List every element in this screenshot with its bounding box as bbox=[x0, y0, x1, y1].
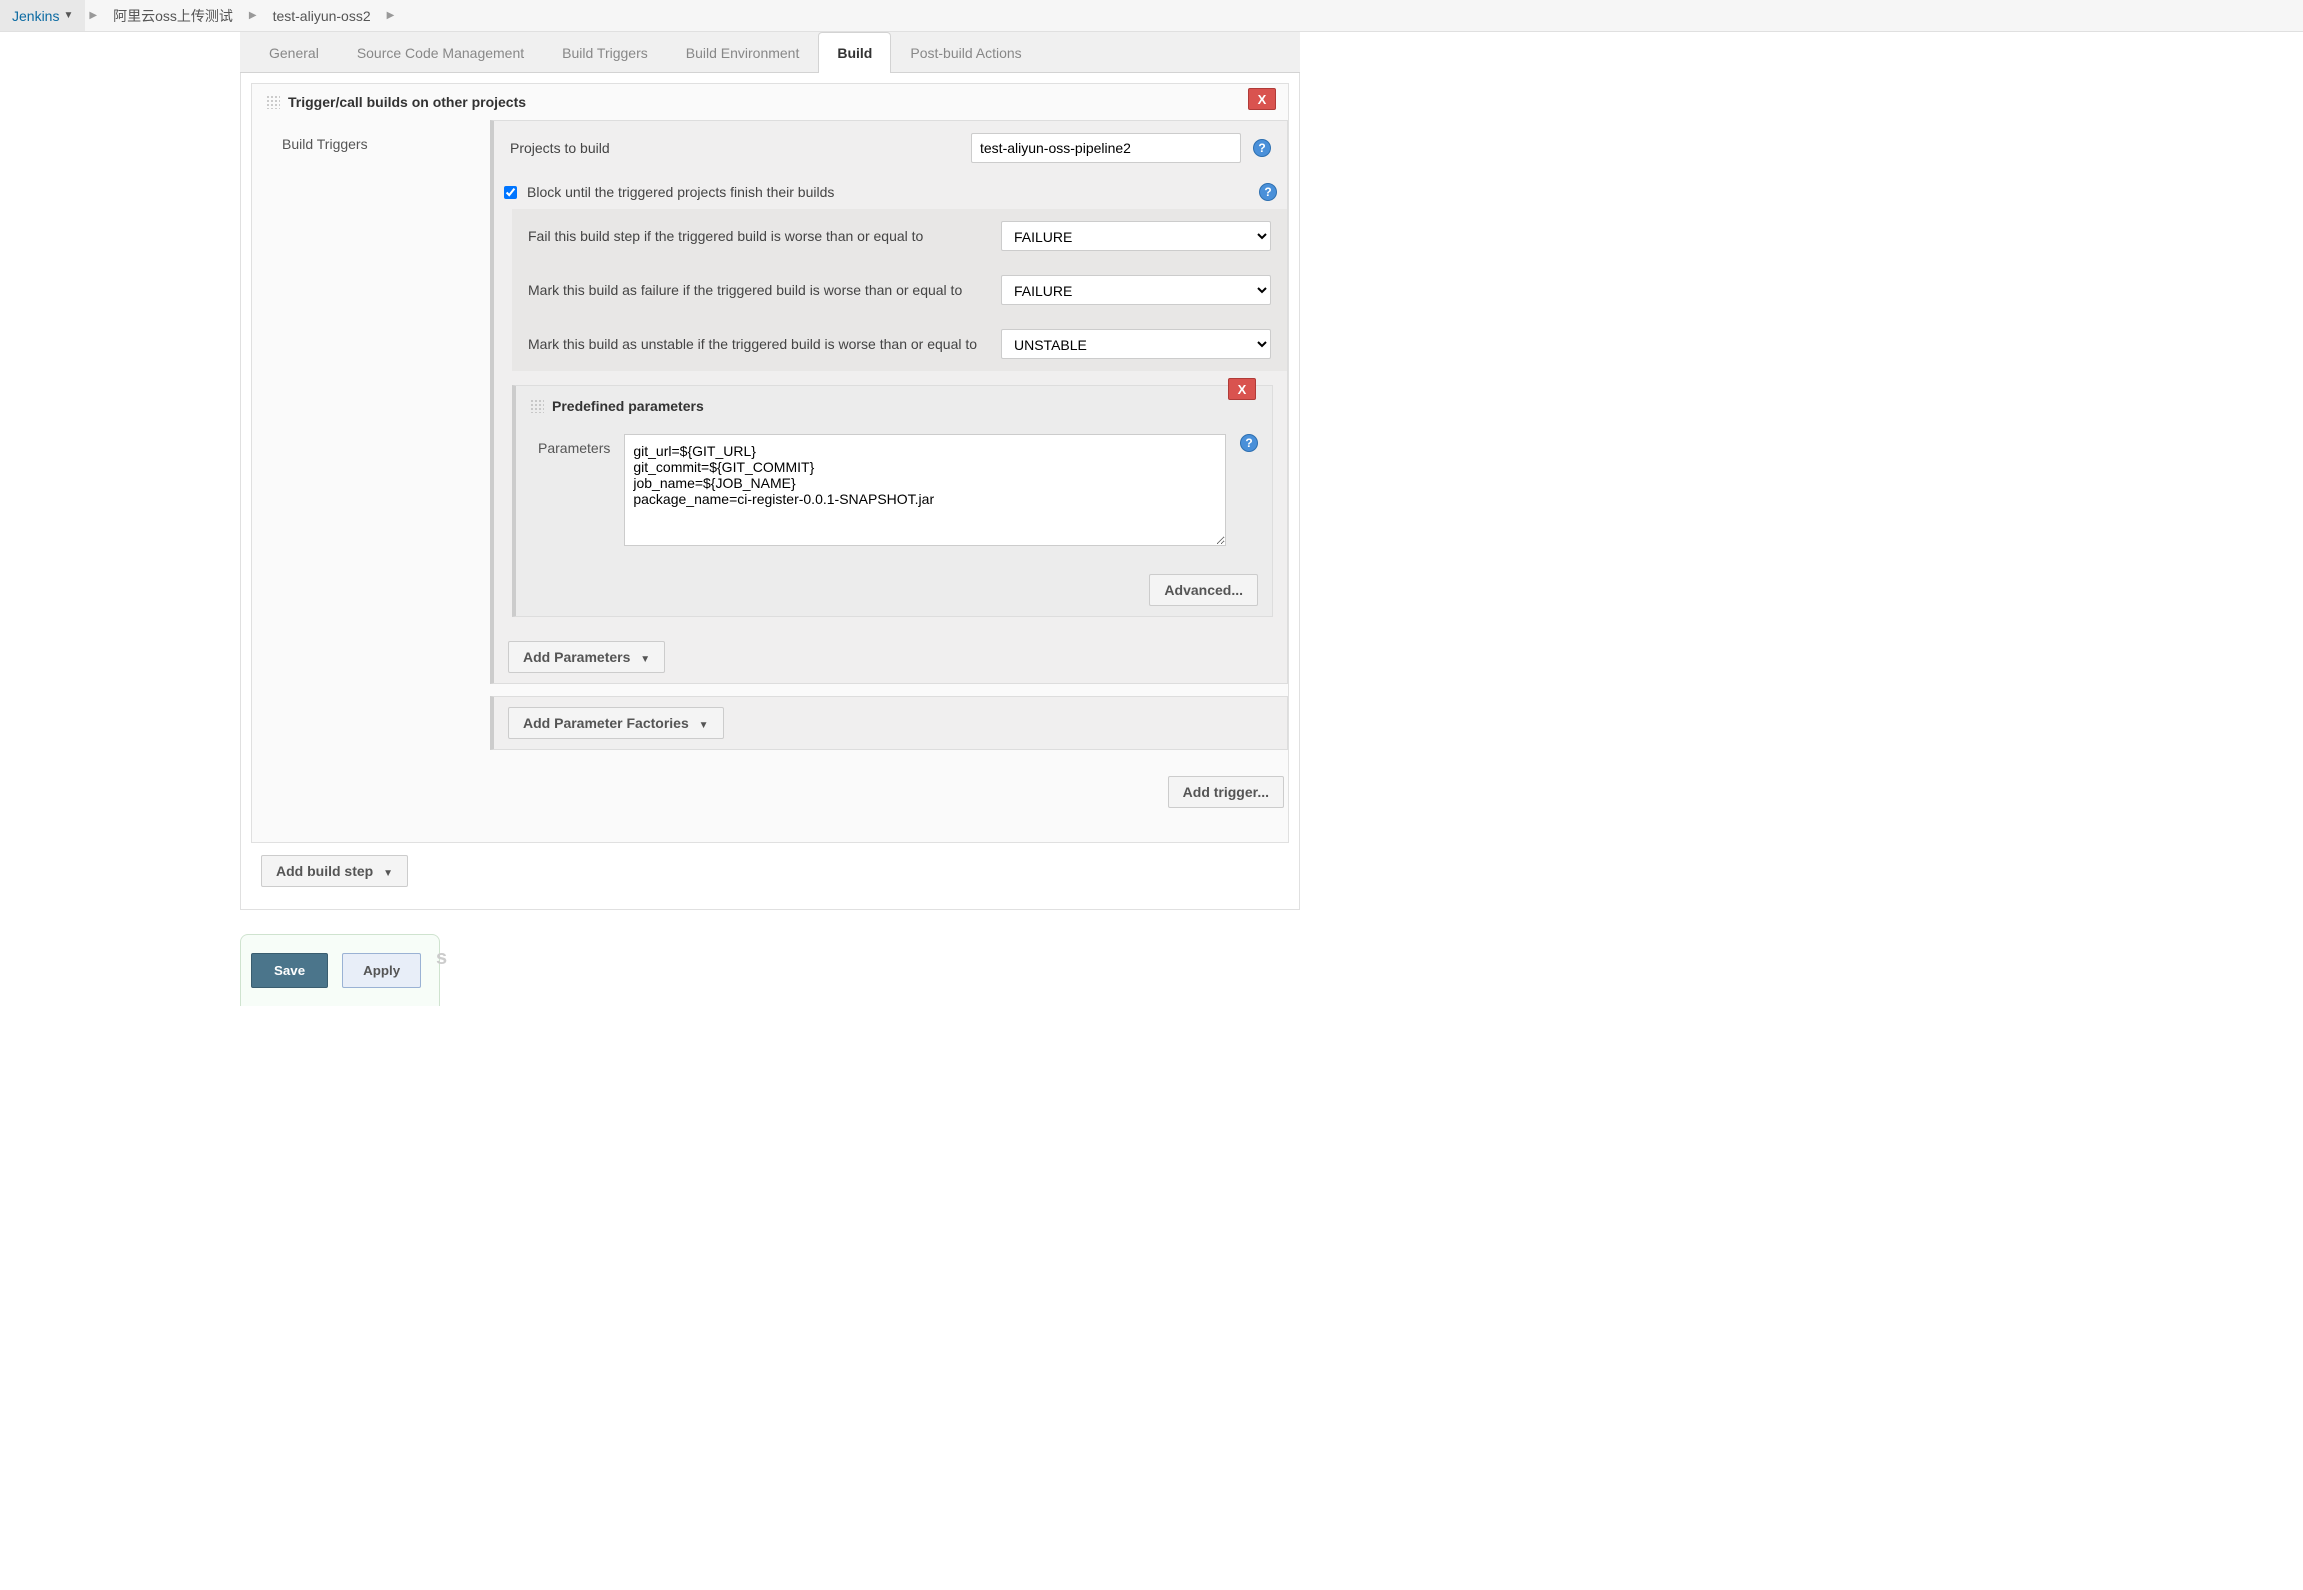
add-parameter-factories-button[interactable]: Add Parameter Factories ▼ bbox=[508, 707, 724, 739]
chevron-right-icon: ▶ bbox=[85, 10, 101, 21]
caret-down-icon: ▼ bbox=[640, 654, 650, 665]
fail-threshold-label: Fail this build step if the triggered bu… bbox=[528, 228, 989, 244]
predefined-parameters-panel: X Predefined parameters Parameters git_u… bbox=[512, 385, 1273, 617]
trigger-config-panel: Projects to build ? Block until the trig… bbox=[490, 120, 1288, 684]
projects-to-build-input[interactable] bbox=[971, 133, 1241, 163]
caret-down-icon: ▼ bbox=[699, 720, 709, 731]
help-icon[interactable]: ? bbox=[1259, 183, 1277, 201]
caret-down-icon: ▼ bbox=[383, 868, 393, 879]
tab-build-environment[interactable]: Build Environment bbox=[667, 32, 819, 73]
mark-unstable-label: Mark this build as unstable if the trigg… bbox=[528, 336, 989, 352]
block-until-label: Block until the triggered projects finis… bbox=[527, 184, 1249, 200]
tab-scm[interactable]: Source Code Management bbox=[338, 32, 543, 73]
breadcrumb-job[interactable]: test-aliyun-oss2 bbox=[261, 0, 383, 31]
apply-button[interactable]: Apply bbox=[342, 953, 421, 988]
breadcrumb: Jenkins ▼ ▶ 阿里云oss上传测试 ▶ test-aliyun-oss… bbox=[0, 0, 2303, 32]
projects-to-build-label: Projects to build bbox=[510, 140, 959, 156]
chevron-right-icon: ▶ bbox=[245, 10, 261, 21]
add-build-step-button[interactable]: Add build step ▼ bbox=[261, 855, 408, 887]
breadcrumb-job-label: test-aliyun-oss2 bbox=[273, 8, 371, 24]
block-sub-options: Fail this build step if the triggered bu… bbox=[512, 209, 1287, 371]
breadcrumb-jenkins-label: Jenkins bbox=[12, 8, 59, 24]
help-icon[interactable]: ? bbox=[1253, 139, 1271, 157]
build-step-title: Trigger/call builds on other projects bbox=[288, 94, 526, 110]
breadcrumb-project[interactable]: 阿里云oss上传测试 bbox=[101, 0, 245, 31]
build-triggers-label: Build Triggers bbox=[252, 120, 370, 842]
breadcrumb-jenkins[interactable]: Jenkins ▼ bbox=[0, 0, 85, 31]
block-until-checkbox[interactable] bbox=[504, 186, 517, 199]
config-tabs: General Source Code Management Build Tri… bbox=[240, 32, 1300, 73]
save-button[interactable]: Save bbox=[251, 953, 328, 988]
add-parameters-label: Add Parameters bbox=[523, 649, 630, 665]
add-build-step-label: Add build step bbox=[276, 863, 373, 879]
sidebar-spacer bbox=[0, 32, 240, 1006]
build-step-header: Trigger/call builds on other projects bbox=[252, 84, 1288, 120]
footer-ghost-text: s bbox=[436, 947, 447, 970]
tab-build[interactable]: Build bbox=[818, 32, 891, 73]
projects-to-build-row: Projects to build ? bbox=[494, 121, 1287, 175]
add-factories-label: Add Parameter Factories bbox=[523, 715, 689, 731]
parameters-title: Predefined parameters bbox=[552, 398, 704, 414]
footer-actions: Save Apply bbox=[240, 934, 440, 1006]
fail-threshold-select[interactable]: FAILURE bbox=[1001, 221, 1271, 251]
add-trigger-button[interactable]: Add trigger... bbox=[1168, 776, 1284, 808]
config-body: X Trigger/call builds on other projects … bbox=[240, 73, 1300, 910]
mark-failure-select[interactable]: FAILURE bbox=[1001, 275, 1271, 305]
build-step-trigger-call: X Trigger/call builds on other projects … bbox=[251, 83, 1289, 843]
tab-post-build[interactable]: Post-build Actions bbox=[891, 32, 1040, 73]
tab-general[interactable]: General bbox=[250, 32, 338, 73]
mark-failure-label: Mark this build as failure if the trigge… bbox=[528, 282, 989, 298]
drag-handle-icon[interactable] bbox=[530, 399, 544, 413]
chevron-right-icon: ▶ bbox=[383, 10, 399, 21]
block-until-row: Block until the triggered projects finis… bbox=[494, 175, 1287, 209]
dropdown-arrow-icon: ▼ bbox=[63, 10, 73, 21]
add-parameters-button[interactable]: Add Parameters ▼ bbox=[508, 641, 665, 673]
advanced-button[interactable]: Advanced... bbox=[1149, 574, 1258, 606]
drag-handle-icon[interactable] bbox=[266, 95, 280, 109]
factories-panel: Add Parameter Factories ▼ bbox=[490, 696, 1288, 750]
parameters-textarea[interactable]: git_url=${GIT_URL} git_commit=${GIT_COMM… bbox=[624, 434, 1226, 546]
parameters-label: Parameters bbox=[538, 434, 610, 456]
parameters-header: Predefined parameters bbox=[516, 386, 1272, 426]
delete-build-step-button[interactable]: X bbox=[1248, 88, 1276, 110]
tab-build-triggers[interactable]: Build Triggers bbox=[543, 32, 667, 73]
breadcrumb-project-label: 阿里云oss上传测试 bbox=[113, 6, 233, 26]
mark-unstable-select[interactable]: UNSTABLE bbox=[1001, 329, 1271, 359]
delete-parameters-button[interactable]: X bbox=[1228, 378, 1256, 400]
help-icon[interactable]: ? bbox=[1240, 434, 1258, 452]
